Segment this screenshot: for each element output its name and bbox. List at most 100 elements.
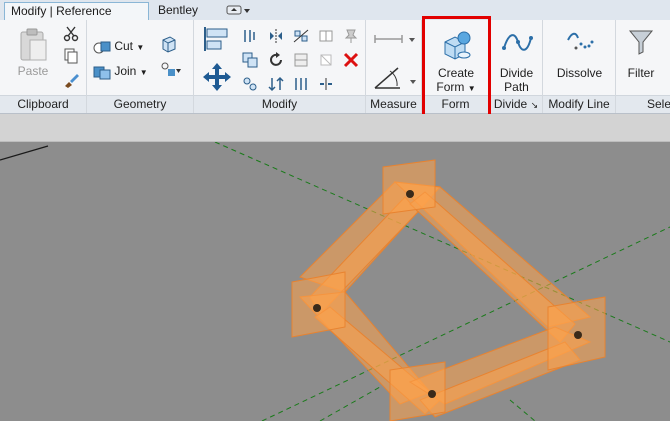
reference-plane-line	[509, 399, 536, 421]
mirror-pick-axis-icon	[270, 29, 282, 43]
divide-path-label-line2: Path	[504, 80, 529, 94]
split-element-button[interactable]	[316, 26, 336, 46]
measure-panel: Measure	[366, 20, 422, 113]
align-button[interactable]	[200, 23, 230, 53]
paste-icon	[20, 28, 47, 61]
move-button[interactable]	[200, 60, 232, 92]
geometry-panel-title: Geometry	[87, 95, 193, 113]
split-face-button[interactable]	[158, 59, 181, 79]
dissolve-label: Dissolve	[556, 66, 603, 80]
pin-icon	[344, 29, 358, 43]
edge-line	[0, 145, 49, 161]
cut-dropdown-icon: ▼	[136, 43, 145, 52]
panel-toggle-icon	[226, 5, 250, 15]
divide-panel-launcher-icon[interactable]: ↘	[531, 100, 539, 110]
filter-label: Filter	[627, 66, 655, 80]
clipboard-panel: Paste Clipboard	[0, 20, 87, 113]
measure-panel-title: Measure	[366, 95, 421, 113]
tab-options-dropdown[interactable]	[224, 3, 260, 21]
paste-button[interactable]: Paste	[8, 22, 58, 94]
unpin-icon	[320, 54, 332, 66]
reference-point[interactable]	[574, 331, 582, 339]
rotate-icon	[270, 52, 282, 66]
form-frame	[291, 159, 606, 421]
wall-join-icon	[162, 36, 176, 53]
cut-geometry-icon	[93, 41, 111, 54]
cut-label: Cut	[114, 39, 134, 53]
split-gap-icon	[320, 78, 332, 90]
mirror-draw-axis-icon	[293, 29, 309, 43]
scale-icon	[268, 76, 284, 92]
align-icon	[204, 27, 228, 51]
ribbon: Paste Clipboard Cut ▼ Join ▼ Geometry Mo…	[0, 16, 670, 124]
modify-panel-title: Modify	[194, 95, 365, 113]
divide-path-label-line1: Divide	[499, 66, 534, 80]
brush-icon	[65, 74, 79, 88]
dimension-icon	[374, 67, 416, 89]
offset-icon	[244, 30, 255, 42]
clipboard-panel-title: Clipboard	[0, 95, 86, 113]
drawing-viewport[interactable]	[0, 142, 670, 421]
modify-line-panel: Dissolve Modify Line	[543, 20, 616, 113]
dissolve-button[interactable]: Dissolve	[545, 22, 614, 94]
divide-panel: Divide Path Divide ↘	[490, 20, 543, 113]
tab-modify-reference-lines[interactable]: Modify | Reference Lines	[4, 2, 149, 35]
select-panel: Filter Sele	[616, 20, 670, 113]
copy-button[interactable]	[61, 46, 81, 66]
tab-bentley[interactable]: Bentley	[152, 2, 212, 20]
dimension-button[interactable]	[370, 60, 418, 90]
cut-clipboard-button[interactable]	[61, 24, 81, 44]
rotate-button[interactable]	[266, 50, 286, 70]
join-geometry-button[interactable]: Join ▼	[93, 61, 148, 81]
array-button[interactable]	[240, 74, 260, 94]
delete-button[interactable]	[341, 50, 361, 70]
divide-path-icon	[501, 34, 533, 51]
array-icon	[243, 77, 257, 91]
reference-plane-line	[319, 386, 381, 421]
mirror-draw-axis-button[interactable]	[291, 26, 311, 46]
wall-join-button[interactable]	[158, 34, 178, 54]
measure-distance-button[interactable]	[370, 28, 418, 48]
divide-panel-title: Divide ↘	[490, 95, 542, 113]
options-bar	[0, 114, 670, 142]
modify-panel: Modify	[194, 20, 366, 113]
scissors-icon	[63, 26, 79, 42]
dissolve-icon	[566, 32, 593, 50]
reference-line-model	[0, 142, 670, 421]
trim-extend-icon	[294, 53, 308, 67]
trim-extend-multiple-button[interactable]	[291, 74, 311, 94]
mirror-pick-axis-button[interactable]	[266, 26, 286, 46]
split-icon	[319, 30, 333, 42]
match-properties-button[interactable]	[61, 70, 81, 90]
delete-icon	[343, 52, 359, 68]
cut-geometry-button[interactable]: Cut ▼	[93, 36, 144, 56]
trim-extend-button[interactable]	[291, 50, 311, 70]
divide-panel-title-text: Divide	[493, 97, 528, 111]
reference-point[interactable]	[428, 390, 436, 398]
join-dropdown-icon: ▼	[139, 68, 148, 77]
divide-path-button[interactable]: Divide Path	[492, 22, 541, 94]
filter-icon	[628, 30, 654, 55]
ribbon-tab-bar: Modify | Reference Lines Bentley	[0, 0, 670, 35]
offset-button[interactable]	[240, 26, 260, 46]
filter-button[interactable]: Filter	[618, 22, 664, 94]
modify-line-panel-title: Modify Line	[543, 95, 615, 113]
unpin-button[interactable]	[316, 50, 336, 70]
move-icon	[203, 63, 231, 91]
select-panel-title: Sele	[616, 95, 670, 113]
split-face-icon	[161, 62, 181, 76]
measure-distance-icon	[374, 35, 415, 43]
pin-button[interactable]	[341, 26, 361, 46]
trim-multiple-icon	[295, 78, 307, 90]
join-label: Join	[114, 64, 137, 78]
scale-button[interactable]	[266, 74, 286, 94]
geometry-panel: Cut ▼ Join ▼ Geometry	[87, 20, 194, 113]
copy-icon	[64, 48, 78, 64]
split-with-gap-button[interactable]	[316, 74, 336, 94]
copy-element-button[interactable]	[240, 50, 260, 70]
copy-element-icon	[242, 52, 258, 68]
reference-point[interactable]	[313, 304, 321, 312]
reference-point[interactable]	[406, 190, 414, 198]
join-icon	[93, 66, 111, 80]
create-form-highlight-box	[422, 16, 491, 124]
